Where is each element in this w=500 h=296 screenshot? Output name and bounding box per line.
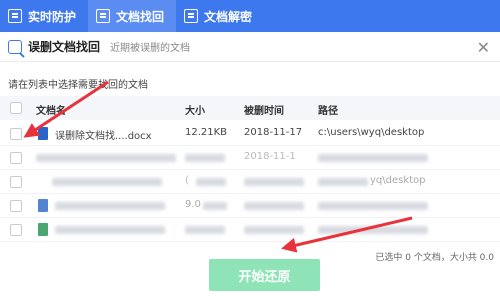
tab-label: 文档找回: [116, 9, 165, 24]
table-row[interactable]: 9.0: [0, 194, 500, 218]
row-checkbox[interactable]: [10, 200, 22, 212]
column-path: 路径: [318, 106, 338, 117]
magnifier-icon: [8, 39, 22, 54]
shield-icon: [8, 9, 22, 23]
selection-status: 已选中 0 个文档，大小共 0.0: [375, 253, 494, 263]
excel-icon: [38, 223, 48, 236]
blurred-file-name: [36, 154, 176, 162]
column-name: 文档名: [36, 106, 66, 117]
blurred-path: [318, 226, 428, 234]
blurred-path: [318, 202, 428, 210]
tab-realtime-protection[interactable]: 实时防护: [0, 0, 88, 32]
file-path: c:\users\wyq\desktop: [318, 127, 425, 138]
select-all-checkbox[interactable]: [10, 102, 22, 114]
table-row[interactable]: [0, 218, 500, 242]
file-path: yq\desktop: [370, 175, 426, 186]
table-row[interactable]: 误删除文档找....docx 12.21KB 2018-11-17 c:\use…: [0, 122, 500, 146]
blurred-date: [244, 178, 304, 186]
document-icon: [184, 9, 199, 23]
blurred-file-name: [55, 202, 165, 210]
file-size: 9.0: [185, 199, 201, 210]
blurred-size: [185, 226, 225, 234]
panel-subtitle: 近期被误删的文档: [110, 43, 191, 54]
row-checkbox[interactable]: [10, 152, 22, 164]
row-checkbox[interactable]: [10, 128, 22, 140]
blurred-size: [185, 154, 225, 162]
word-icon: [38, 199, 48, 212]
tab-bar: 实时防护 文档找回 文档解密: [0, 0, 500, 32]
blurred-date: [244, 226, 304, 234]
document-search-icon: [96, 9, 111, 23]
blurred-date: [244, 202, 304, 210]
table-header: 文档名 大小 被删时间 路径: [0, 96, 500, 120]
deleted-date: 2018-11-17: [244, 127, 303, 138]
table-row[interactable]: 2018-11-1: [0, 146, 500, 170]
blurred-file-name: [55, 226, 165, 234]
deleted-date: 2018-11-1: [244, 151, 296, 162]
file-name: 误删除文档找....docx: [55, 131, 152, 142]
tab-label: 文档解密: [204, 9, 253, 24]
tab-document-recovery[interactable]: 文档找回: [88, 0, 177, 32]
table-row[interactable]: ( yq\desktop: [0, 170, 500, 194]
row-checkbox[interactable]: [10, 224, 22, 236]
instruction-text: 请在列表中选择需要找回的文档: [8, 80, 148, 91]
column-size: 大小: [185, 106, 205, 117]
word-icon: [38, 127, 48, 140]
panel-header: 误删文档找回 近期被误删的文档 ✕: [0, 32, 500, 62]
blurred-path: [318, 154, 428, 162]
blurred-file-name: [52, 178, 162, 186]
column-date: 被删时间: [244, 106, 284, 117]
close-icon[interactable]: ✕: [477, 38, 490, 57]
blurred-size: [203, 202, 227, 210]
row-checkbox[interactable]: [10, 176, 22, 188]
file-size: (: [185, 175, 189, 186]
tab-label: 实时防护: [28, 9, 77, 24]
start-restore-button[interactable]: 开始还原: [209, 259, 320, 291]
blurred-path: [318, 178, 368, 186]
blurred-size: [196, 178, 226, 186]
panel-title: 误删文档找回: [28, 40, 101, 54]
file-size: 12.21KB: [185, 127, 228, 138]
tab-document-decrypt[interactable]: 文档解密: [176, 0, 264, 32]
